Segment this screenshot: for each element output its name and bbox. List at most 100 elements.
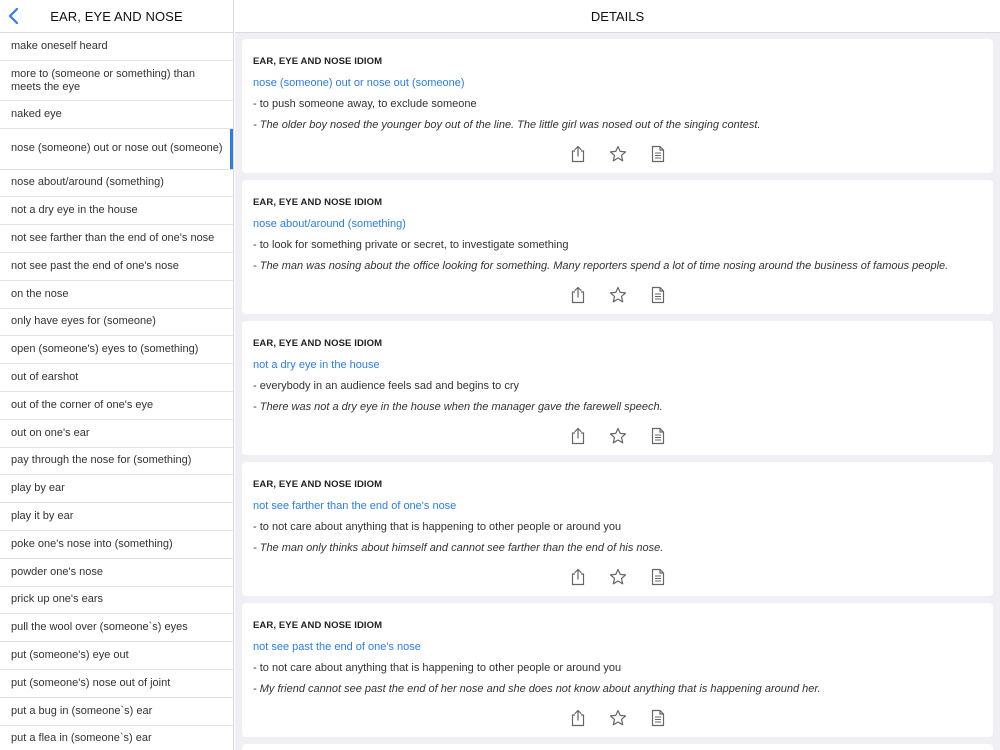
card-example: - My friend cannot see past the end of h… <box>253 683 821 695</box>
card-example: - The man was nosing about the office lo… <box>253 260 949 272</box>
list-item[interactable]: play by ear <box>0 475 233 504</box>
share-button[interactable] <box>569 286 587 304</box>
list-item[interactable]: not see farther than the end of one's no… <box>0 225 233 253</box>
list-item[interactable]: naked eye <box>0 101 233 130</box>
list-item[interactable]: powder one's nose <box>0 559 233 587</box>
card-actions <box>242 286 993 304</box>
list-item[interactable]: only have eyes for (someone) <box>0 309 233 337</box>
list-item[interactable]: put a flea in (someone`s) ear <box>0 726 233 750</box>
list-item-label: pull the wool over (someone`s) eyes <box>11 621 188 634</box>
share-button[interactable] <box>569 427 587 445</box>
card-idiom-title[interactable]: nose (someone) out or nose out (someone) <box>253 77 982 89</box>
list-item[interactable]: more to (someone or something) than meet… <box>0 61 233 102</box>
list-item-label: out on one's ear <box>11 426 90 439</box>
star-icon <box>609 568 626 585</box>
list-item-label: prick up one's ears <box>11 593 103 606</box>
idiom-card: EAR, EYE AND NOSE IDIOM not see farther … <box>242 462 993 596</box>
card-actions <box>242 427 993 445</box>
list-item[interactable]: prick up one's ears <box>0 587 233 615</box>
share-icon <box>571 709 584 727</box>
list-item[interactable]: not a dry eye in the house <box>0 197 233 226</box>
idiom-card-partial <box>242 744 993 750</box>
list-item-label: naked eye <box>11 108 62 121</box>
share-icon <box>571 145 584 163</box>
document-icon <box>651 145 664 163</box>
idiom-list: make oneself heard more to (someone or so… <box>0 33 233 750</box>
list-item[interactable]: make oneself heard <box>0 33 233 61</box>
list-item[interactable]: out on one's ear <box>0 420 233 448</box>
card-idiom-title[interactable]: nose about/around (something) <box>253 218 982 230</box>
favorite-button[interactable] <box>609 286 627 304</box>
note-button[interactable] <box>649 568 667 586</box>
list-item-label: nose about/around (something) <box>11 176 164 189</box>
list-item[interactable]: poke one's nose into (something) <box>0 531 233 559</box>
list-item[interactable]: put a bug in (someone`s) ear <box>0 698 233 726</box>
list-item[interactable]: not see past the end of one's nose <box>0 253 233 281</box>
card-idiom-title[interactable]: not see past the end of one's nose <box>253 641 982 653</box>
sidebar-header: EAR, EYE AND NOSE <box>0 0 233 33</box>
card-definition: - to not care about anything that is hap… <box>253 662 622 674</box>
list-item-label: on the nose <box>11 287 69 300</box>
card-category: EAR, EYE AND NOSE IDIOM <box>253 338 383 349</box>
details-pane: DETAILS EAR, EYE AND NOSE IDIOM nose (so… <box>235 0 1000 750</box>
document-icon <box>651 709 664 727</box>
note-button[interactable] <box>649 286 667 304</box>
card-category: EAR, EYE AND NOSE IDIOM <box>253 620 383 631</box>
list-item-selected[interactable]: nose (someone) out or nose out (someone) <box>0 129 233 170</box>
card-actions <box>242 568 993 586</box>
list-item[interactable]: on the nose <box>0 281 233 309</box>
share-icon <box>571 286 584 304</box>
page-title: DETAILS <box>590 9 645 24</box>
list-item[interactable]: nose about/around (something) <box>0 170 233 198</box>
favorite-button[interactable] <box>609 145 627 163</box>
list-item[interactable]: put (someone's) eye out <box>0 642 233 670</box>
list-item[interactable]: open (someone's) eyes to (something) <box>0 336 233 365</box>
list-item[interactable]: put (someone's) nose out of joint <box>0 670 233 698</box>
card-definition: - to push someone away, to exclude someo… <box>253 98 477 110</box>
card-idiom-title[interactable]: not see farther than the end of one's no… <box>253 500 982 512</box>
list-item-label: more to (someone or something) than meet… <box>11 67 196 93</box>
idiom-card: EAR, EYE AND NOSE IDIOM nose (someone) o… <box>242 39 993 173</box>
favorite-button[interactable] <box>609 427 627 445</box>
note-button[interactable] <box>649 427 667 445</box>
card-category: EAR, EYE AND NOSE IDIOM <box>253 197 383 208</box>
list-item-label: make oneself heard <box>11 39 108 52</box>
note-button[interactable] <box>649 709 667 727</box>
list-item[interactable]: out of earshot <box>0 364 233 392</box>
document-icon <box>651 568 664 586</box>
card-definition: - everybody in an audience feels sad and… <box>253 380 519 392</box>
sidebar-title: EAR, EYE AND NOSE <box>50 9 183 24</box>
card-example: - The man only thinks about himself and … <box>253 542 664 554</box>
list-item[interactable]: play it by ear <box>0 503 233 531</box>
list-item[interactable]: pull the wool over (someone`s) eyes <box>0 614 233 643</box>
card-idiom-title[interactable]: not a dry eye in the house <box>253 359 982 371</box>
document-icon <box>651 286 664 304</box>
star-icon <box>609 709 626 726</box>
share-button[interactable] <box>569 145 587 163</box>
card-category: EAR, EYE AND NOSE IDIOM <box>253 56 383 67</box>
share-button[interactable] <box>569 709 587 727</box>
note-button[interactable] <box>649 145 667 163</box>
card-list[interactable]: EAR, EYE AND NOSE IDIOM nose (someone) o… <box>235 33 1000 750</box>
list-item-label: put a flea in (someone`s) ear <box>11 732 152 745</box>
share-button[interactable] <box>569 568 587 586</box>
list-item-label: only have eyes for (someone) <box>11 315 156 328</box>
card-category: EAR, EYE AND NOSE IDIOM <box>253 479 383 490</box>
list-item-label: not see past the end of one's nose <box>11 259 179 272</box>
favorite-button[interactable] <box>609 568 627 586</box>
list-item-label: open (someone's) eyes to (something) <box>11 343 199 356</box>
list-item-label: out of the corner of one's eye <box>11 398 154 411</box>
star-icon <box>609 145 626 162</box>
favorite-button[interactable] <box>609 709 627 727</box>
list-item-label: put (someone's) nose out of joint <box>11 676 171 689</box>
card-actions <box>242 145 993 163</box>
idiom-card: EAR, EYE AND NOSE IDIOM nose about/aroun… <box>242 180 993 314</box>
list-item[interactable]: out of the corner of one's eye <box>0 392 233 420</box>
list-item[interactable]: pay through the nose for (something) <box>0 448 233 476</box>
card-example: - There was not a dry eye in the house w… <box>253 401 663 413</box>
list-item-label: nose (someone) out or nose out (someone) <box>11 142 223 155</box>
idiom-card: EAR, EYE AND NOSE IDIOM not see past the… <box>242 603 993 737</box>
list-item-label: poke one's nose into (something) <box>11 537 173 550</box>
details-header: DETAILS <box>235 0 1000 33</box>
list-item-label: pay through the nose for (something) <box>11 454 192 467</box>
